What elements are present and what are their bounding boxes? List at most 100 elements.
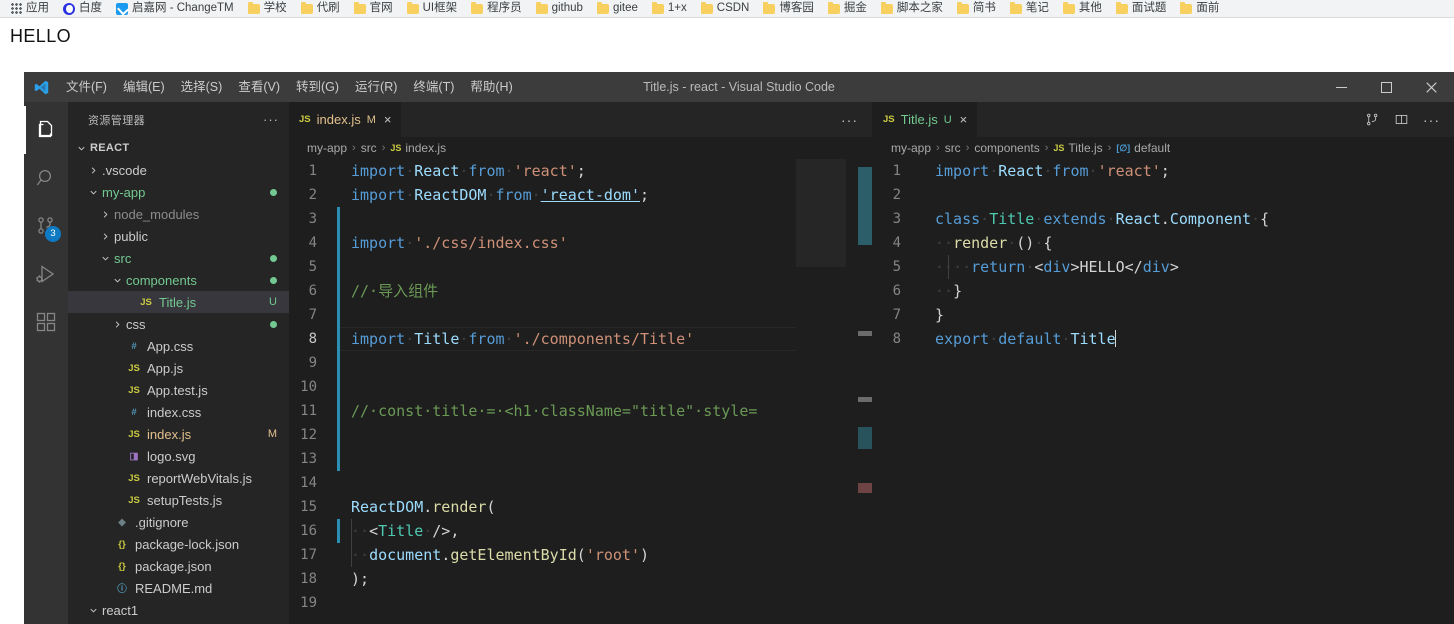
bookmark-item[interactable]: 面试题 xyxy=(1109,0,1174,17)
tree-item-title.js[interactable]: JS Title.js U xyxy=(68,291,289,313)
tree-item-package-lock.json[interactable]: {} package-lock.json xyxy=(68,533,289,555)
git-status-badge: U xyxy=(269,296,277,308)
bookmark-item[interactable]: 学校 xyxy=(241,0,294,17)
menu-item-选择s[interactable]: 选择(S) xyxy=(173,76,231,98)
tree-item-index.css[interactable]: # index.css xyxy=(68,401,289,423)
bookmark-item[interactable]: 脚本之家 xyxy=(874,0,950,17)
bookmark-item[interactable]: 白度 xyxy=(56,0,109,17)
code-line: 16 ··<Title·/>, xyxy=(289,519,872,543)
bookmark-item[interactable]: 笔记 xyxy=(1003,0,1056,17)
bookmark-item[interactable]: CSDN xyxy=(694,0,757,17)
tree-item-.vscode[interactable]: .vscode xyxy=(68,159,289,181)
tab-close-icon[interactable]: × xyxy=(960,113,968,126)
bookmark-item[interactable]: 1+x xyxy=(645,0,694,17)
bookmark-label: 程序员 xyxy=(487,2,522,14)
tree-item-index.js[interactable]: JS index.js M xyxy=(68,423,289,445)
tree-item-app.test.js[interactable]: JS App.test.js xyxy=(68,379,289,401)
menu-item-查看v[interactable]: 查看(V) xyxy=(230,76,288,98)
breadcrumb-segment[interactable]: src xyxy=(945,141,961,155)
tree-item-nodemodules[interactable]: node_modules xyxy=(68,203,289,225)
bookmark-item[interactable]: 面前 xyxy=(1173,0,1226,17)
minimap-slider[interactable] xyxy=(796,159,846,267)
breadcrumb-segment[interactable]: Title.js xyxy=(1068,141,1102,155)
tree-item-reportwebvitals.js[interactable]: JS reportWebVitals.js xyxy=(68,467,289,489)
code-editor-right[interactable]: 1 import·React·from·'react'; 2 3 class·Title… xyxy=(873,159,1454,624)
activity-search-icon[interactable] xyxy=(24,154,68,202)
code-lines-left: 1 import·React·from·'react'; 2 import·React… xyxy=(289,159,872,624)
bookmark-item[interactable]: github xyxy=(529,0,590,17)
breadcrumb-segment[interactable]: my-app xyxy=(307,141,347,155)
breadcrumb-segment[interactable]: my-app xyxy=(891,141,931,155)
tree-item-components[interactable]: components xyxy=(68,269,289,291)
overview-ruler-left[interactable] xyxy=(858,159,872,624)
editor-more-actions-icon[interactable]: ··· xyxy=(1423,113,1440,127)
tree-item-app.js[interactable]: JS App.js xyxy=(68,357,289,379)
bookmark-item[interactable]: 博客园 xyxy=(756,0,821,17)
menu-item-运行r[interactable]: 运行(R) xyxy=(347,76,405,98)
line-number: 6 xyxy=(892,283,901,299)
minimap-left[interactable] xyxy=(796,159,858,624)
tab-index-js[interactable]: JS index.js M × xyxy=(289,102,403,137)
breadcrumb-segment[interactable]: index.js xyxy=(405,141,446,155)
code-text: import·'./css/index.css' xyxy=(351,234,568,252)
code-line: 10 xyxy=(289,375,872,399)
activity-explorer-icon[interactable] xyxy=(24,106,68,154)
menu-item-帮助h[interactable]: 帮助(H) xyxy=(462,76,520,98)
explorer-sidebar: 资源管理器 ··· REACT .vscode my-app node_modules… xyxy=(68,102,289,624)
code-text: import·React·from·'react'; xyxy=(351,162,586,180)
tree-item-readme.md[interactable]: ⓘ README.md xyxy=(68,577,289,599)
bookmark-item[interactable]: 其他 xyxy=(1056,0,1109,17)
tree-item-package.json[interactable]: {} package.json xyxy=(68,555,289,577)
bookmark-item[interactable]: 简书 xyxy=(950,0,1003,17)
compare-changes-icon[interactable] xyxy=(1365,112,1380,127)
line-number: 10 xyxy=(300,379,317,395)
menu-item-转到g[interactable]: 转到(G) xyxy=(288,76,347,98)
code-line: 11 //·const·title·=·<h1·className="title"… xyxy=(289,399,872,423)
bookmark-item[interactable]: 启嘉网 - ChangeTM xyxy=(109,0,241,17)
explorer-more-actions-icon[interactable]: ··· xyxy=(263,113,279,126)
maximize-icon[interactable] xyxy=(1364,72,1409,102)
activity-source-control-icon[interactable]: 3 xyxy=(24,202,68,250)
minimap-token xyxy=(1423,175,1427,177)
tree-item-src[interactable]: src xyxy=(68,247,289,269)
close-icon[interactable] xyxy=(1409,72,1454,102)
tree-item-label: Title.js xyxy=(159,294,197,310)
minimap-token xyxy=(1396,187,1404,189)
activity-extensions-icon[interactable] xyxy=(24,298,68,346)
minimap-token xyxy=(1401,179,1403,181)
tree-item-app.css[interactable]: # App.css xyxy=(68,335,289,357)
bookmark-item[interactable]: 代刷 xyxy=(294,0,347,17)
tab-title-js[interactable]: JS Title.js U × xyxy=(873,102,979,137)
tree-item-public[interactable]: public xyxy=(68,225,289,247)
tree-item-logo.svg[interactable]: ◨ logo.svg xyxy=(68,445,289,467)
minimize-icon[interactable] xyxy=(1319,72,1364,102)
menu-item-编辑e[interactable]: 编辑(E) xyxy=(115,76,173,98)
bookmark-item[interactable]: gitee xyxy=(590,0,645,17)
activity-run-debug-icon[interactable] xyxy=(24,250,68,298)
split-editor-icon[interactable] xyxy=(1394,112,1409,127)
tree-item-css[interactable]: css xyxy=(68,313,289,335)
minimap-line xyxy=(1396,175,1454,178)
tab-close-icon[interactable]: × xyxy=(384,113,392,126)
bookmark-item[interactable]: 应用 xyxy=(4,0,56,17)
minimap-token xyxy=(1433,175,1440,177)
minimap-right[interactable] xyxy=(1392,159,1454,624)
breadcrumb-segment[interactable]: default xyxy=(1134,141,1170,155)
code-text: ····return·<div>HELLO</div> xyxy=(935,258,1179,276)
bookmark-item[interactable]: UI框架 xyxy=(400,0,465,17)
minimap-token xyxy=(834,159,836,161)
tree-item-react1[interactable]: react1 xyxy=(68,599,289,621)
code-editor-left[interactable]: 1 import·React·from·'react'; 2 import·React… xyxy=(289,159,872,624)
menu-item-文件f[interactable]: 文件(F) xyxy=(58,76,115,98)
breadcrumb-segment[interactable]: src xyxy=(361,141,377,155)
tree-item-setuptests.js[interactable]: JS setupTests.js xyxy=(68,489,289,511)
breadcrumb-segment[interactable]: components xyxy=(974,141,1039,155)
tree-item-my-app[interactable]: my-app xyxy=(68,181,289,203)
bookmark-item[interactable]: 官网 xyxy=(347,0,400,17)
tree-item-.gitignore[interactable]: ◆ .gitignore xyxy=(68,511,289,533)
editor-more-actions-icon[interactable]: ··· xyxy=(841,113,858,127)
bookmark-item[interactable]: 程序员 xyxy=(464,0,529,17)
tree-item-react[interactable]: REACT xyxy=(68,137,289,159)
bookmark-item[interactable]: 掘金 xyxy=(821,0,874,17)
menu-item-终端t[interactable]: 终端(T) xyxy=(405,76,462,98)
